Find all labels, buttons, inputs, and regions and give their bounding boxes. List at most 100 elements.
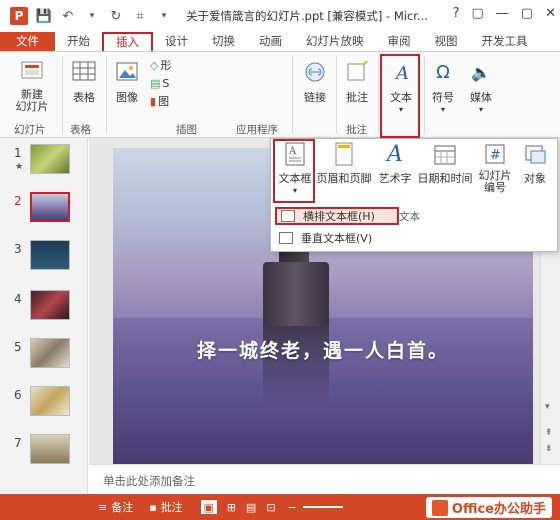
object-button[interactable]: 对象 — [517, 141, 553, 186]
chart-button[interactable]: ▮ 图 — [150, 92, 169, 110]
thumbnail-image — [30, 434, 70, 464]
link-button[interactable]: 链接 — [298, 58, 332, 105]
office-logo-icon — [431, 499, 448, 516]
group-label-apps: 应用程序 — [236, 124, 278, 136]
slide-number-label: 幻灯片 编号 — [478, 169, 512, 194]
table-button[interactable]: 表格 — [66, 58, 102, 105]
tab-insert[interactable]: 插入 — [102, 32, 153, 51]
slideshow-icon[interactable]: ⊡ — [266, 501, 275, 514]
reading-view-icon[interactable]: ▤ — [246, 501, 256, 514]
divider — [62, 56, 63, 134]
smartart-icon: ▤ — [150, 76, 161, 90]
vertical-text-box-item[interactable]: 垂直文本框(V) — [275, 229, 399, 247]
new-slide-label: 新建 幻灯片 — [15, 88, 49, 113]
link-label: 链接 — [304, 91, 326, 104]
close-icon[interactable]: ✕ — [545, 6, 556, 21]
thumbnail-image — [30, 144, 70, 174]
tab-animations[interactable]: 动画 — [247, 32, 294, 51]
slide-quote-text[interactable]: 择一城终老，遇一人白首。 — [113, 336, 533, 363]
slide-thumbnail[interactable]: 5 — [0, 336, 88, 380]
divider — [424, 56, 425, 134]
slide-thumbnail[interactable]: 6 — [0, 384, 88, 428]
maximize-icon[interactable]: ▢ — [521, 6, 533, 21]
comment-button[interactable]: 批注 — [340, 58, 374, 105]
dropdown-icon[interactable]: ▾ — [84, 8, 100, 24]
tab-home[interactable]: 开始 — [55, 32, 102, 51]
illustrations-small-buttons: ◇ 形 ▤ S ▮ 图 — [150, 56, 174, 110]
slide-number: 2 — [14, 194, 22, 208]
divider — [336, 56, 337, 134]
redo-icon[interactable]: ↻ — [108, 8, 124, 24]
shapes-button[interactable]: ◇ 形 — [150, 56, 171, 74]
minimize-icon[interactable]: — — [496, 6, 509, 21]
slide-thumbnail[interactable]: 4 — [0, 288, 88, 332]
vertical-text-box-icon — [279, 232, 293, 244]
media-button[interactable]: 🔈 媒体 ▾ — [464, 58, 498, 115]
svg-text:#: # — [490, 148, 501, 163]
tab-view[interactable]: 视图 — [423, 32, 470, 51]
normal-view-icon[interactable]: ▣ — [200, 500, 217, 514]
header-footer-button[interactable]: 页眉和页脚 — [315, 141, 373, 186]
slide-number: 4 — [14, 292, 22, 306]
notes-pane[interactable]: 单击此处添加备注 — [89, 464, 560, 494]
date-time-button[interactable]: 日期和时间 — [415, 141, 475, 186]
slide-number-button[interactable]: # 幻灯片 编号 — [475, 141, 515, 194]
tab-transitions[interactable]: 切换 — [200, 32, 247, 51]
office-brand-logo: Office办公助手 — [425, 497, 552, 518]
slide-thumbnail[interactable]: 3 — [0, 238, 88, 282]
shapes-icon: ◇ — [150, 58, 159, 72]
help-icon[interactable]: ? — [453, 6, 460, 21]
ribbon-display-icon[interactable]: ▢ — [472, 6, 484, 21]
group-label-slides: 幻灯片 — [14, 124, 46, 136]
tab-design[interactable]: 设计 — [153, 32, 200, 51]
next-slide-icon[interactable]: ⇟ — [545, 444, 553, 454]
notes-toggle-button[interactable]: ≡ 备注 — [98, 499, 133, 515]
group-label-tables: 表格 — [70, 124, 91, 136]
notes-placeholder[interactable]: 单击此处添加备注 — [103, 473, 195, 489]
chevron-down-icon: ▾ — [478, 105, 483, 114]
wordart-label: 艺术字 — [378, 172, 412, 185]
status-bar: ≡ 备注 ▪ 批注 ▣ ⊞ ▤ ⊡ − Office办公助手 — [0, 494, 560, 520]
horizontal-text-box-icon — [281, 210, 295, 222]
comment-icon — [343, 58, 371, 86]
slide-number: 5 — [14, 340, 22, 354]
text-highlight-box — [380, 54, 420, 138]
slide-thumbnail[interactable]: 1 ★ — [0, 142, 88, 186]
group-label-illustrations: 插图 — [176, 124, 197, 136]
smartart-button[interactable]: ▤ S — [150, 74, 169, 92]
save-icon[interactable]: 💾 — [36, 8, 52, 24]
title-bar: P 💾 ↶ ▾ ↻ ⌗ ▾ 关于爱情箴言的幻灯片.ppt [兼容模式] - Mi… — [0, 0, 560, 32]
wordart-button[interactable]: A 艺术字 — [375, 141, 415, 186]
new-slide-button[interactable]: 新建 幻灯片 — [8, 58, 56, 113]
table-icon — [70, 58, 98, 86]
text-group-label: 文本 — [399, 211, 420, 223]
horizontal-text-box-item[interactable]: 横排文本框(H) — [275, 207, 399, 225]
prev-slide-icon[interactable]: ⇞ — [545, 428, 553, 438]
comments-toggle-button[interactable]: ▪ 批注 — [149, 499, 182, 515]
present-icon[interactable]: ⌗ — [132, 8, 148, 24]
customize-icon[interactable]: ▾ — [156, 8, 172, 24]
scroll-down-icon[interactable]: ▾ — [545, 402, 550, 412]
slide-thumbnail[interactable]: 2 — [0, 190, 88, 234]
tab-slideshow[interactable]: 幻灯片放映 — [294, 32, 376, 51]
comments-icon: ▪ — [149, 500, 157, 514]
tab-file[interactable]: 文件 — [0, 32, 55, 51]
image-button[interactable]: 图像 — [110, 58, 144, 105]
calendar-icon — [432, 141, 458, 167]
slide-sorter-icon[interactable]: ⊞ — [227, 501, 236, 514]
notes-icon: ≡ — [98, 500, 108, 514]
lighthouse-base — [263, 262, 329, 326]
tab-developer[interactable]: 开发工具 — [470, 32, 540, 51]
slide-thumbnail[interactable]: 7 — [0, 432, 88, 476]
wordart-icon: A — [387, 141, 403, 167]
zoom-out-icon[interactable]: − — [288, 501, 297, 514]
new-slide-icon — [18, 58, 46, 86]
text-box-highlight-box — [273, 139, 315, 203]
speaker-icon: 🔈 — [471, 62, 491, 82]
zoom-slider[interactable] — [302, 506, 343, 508]
date-time-label: 日期和时间 — [417, 172, 473, 185]
symbol-button[interactable]: Ω 符号 ▾ — [426, 58, 460, 115]
tab-review[interactable]: 审阅 — [376, 32, 423, 51]
undo-icon[interactable]: ↶ — [60, 8, 76, 24]
hash-icon: # — [482, 141, 508, 167]
